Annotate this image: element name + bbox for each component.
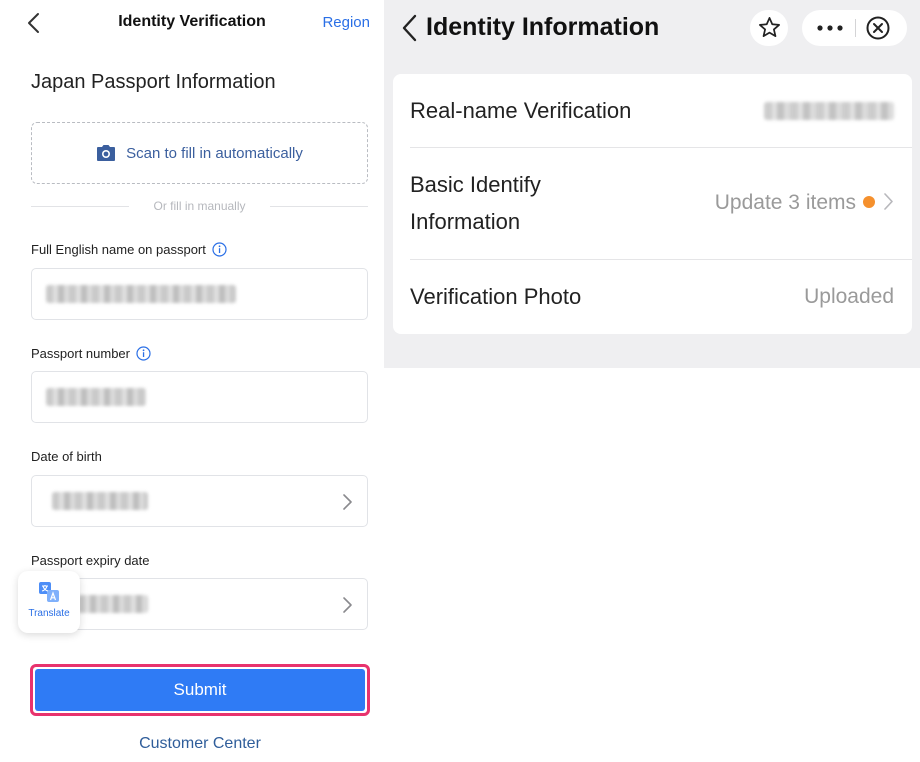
real-name-verification-row: Real-name Verification xyxy=(393,74,912,148)
date-of-birth-label: Date of birth xyxy=(31,449,102,464)
region-link[interactable]: Region xyxy=(322,14,370,31)
manual-divider: Or fill in manually xyxy=(31,198,368,214)
update-status: Update 3 items xyxy=(715,191,894,215)
divider-line xyxy=(270,206,368,207)
row-label: Verification Photo xyxy=(410,284,582,309)
full-name-label-text: Full English name on passport xyxy=(31,242,206,257)
redacted-value xyxy=(764,102,894,120)
nav-bar: Identity Information xyxy=(384,0,920,58)
redacted-value xyxy=(46,285,236,303)
passport-form-screen: Identity Verification Region Japan Passp… xyxy=(0,0,384,762)
expiry-date-picker[interactable] xyxy=(31,578,368,630)
full-name-label: Full English name on passport xyxy=(31,242,227,257)
close-circle-icon[interactable] xyxy=(865,15,891,41)
row-label: Basic Identify Information xyxy=(410,166,541,240)
redacted-value xyxy=(78,595,148,613)
row-label-line2: Information xyxy=(410,209,521,234)
date-of-birth-label-text: Date of birth xyxy=(31,449,102,464)
update-status-text: Update 3 items xyxy=(714,191,856,214)
row-label-line1: Basic Identify xyxy=(410,172,541,197)
capsule-divider xyxy=(855,19,856,37)
more-icon[interactable] xyxy=(814,17,846,39)
basic-identify-information-row[interactable]: Basic Identify Information Update 3 item… xyxy=(393,148,912,260)
page-title: Identity Information xyxy=(426,13,660,41)
info-icon[interactable] xyxy=(136,346,151,361)
favorite-button[interactable] xyxy=(750,10,788,46)
status-dot xyxy=(863,196,875,208)
photo-status: Uploaded xyxy=(804,285,894,308)
star-icon xyxy=(759,17,780,37)
full-name-field[interactable] xyxy=(31,268,368,320)
info-icon[interactable] xyxy=(212,242,227,257)
expiry-date-label-text: Passport expiry date xyxy=(31,553,150,568)
chevron-right-icon xyxy=(884,193,893,210)
submit-highlight: Submit xyxy=(30,664,370,716)
mini-program-capsule xyxy=(802,10,907,46)
scan-to-fill-button[interactable]: Scan to fill in automatically xyxy=(31,122,368,184)
submit-button[interactable]: Submit xyxy=(35,669,365,711)
translate-label: Translate xyxy=(28,608,70,619)
passport-number-field[interactable] xyxy=(31,371,368,423)
camera-icon xyxy=(97,145,116,161)
identity-information-screen: Identity Information Real-name Verificat… xyxy=(384,0,920,368)
date-of-birth-picker[interactable] xyxy=(31,475,368,527)
verification-photo-row: Verification Photo Uploaded xyxy=(393,260,912,334)
redacted-value xyxy=(46,388,146,406)
back-chevron-icon[interactable] xyxy=(402,14,418,42)
translate-button[interactable]: Translate xyxy=(18,571,80,633)
chevron-right-icon xyxy=(343,597,352,613)
passport-number-label: Passport number xyxy=(31,346,151,361)
redacted-value xyxy=(52,492,148,510)
scan-label: Scan to fill in automatically xyxy=(126,144,303,162)
identity-info-card: Real-name Verification Basic Identify In… xyxy=(393,74,912,334)
section-title: Japan Passport Information xyxy=(31,71,276,93)
translate-icon xyxy=(39,582,59,602)
nav-bar: Identity Verification Region xyxy=(0,0,384,46)
passport-number-label-text: Passport number xyxy=(31,346,130,361)
chevron-right-icon xyxy=(343,494,352,510)
expiry-date-label: Passport expiry date xyxy=(31,553,150,568)
customer-center-link[interactable]: Customer Center xyxy=(0,735,400,753)
row-label: Real-name Verification xyxy=(410,98,632,123)
